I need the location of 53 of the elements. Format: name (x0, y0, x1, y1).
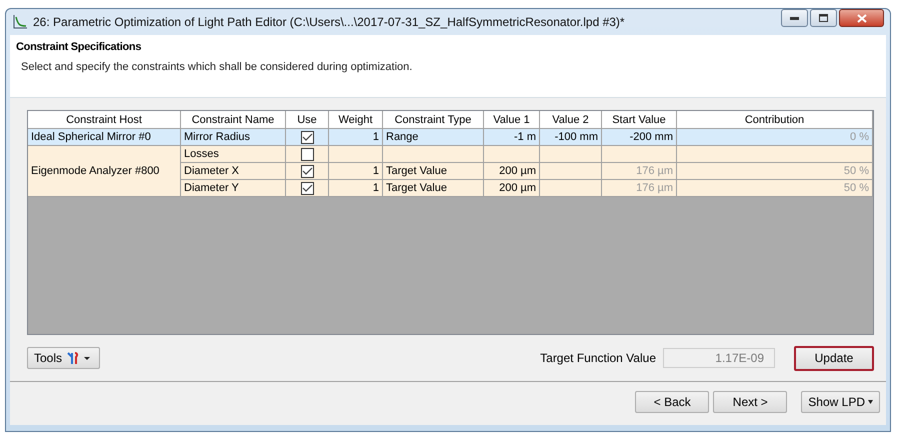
column-header[interactable]: Constraint Type (382, 111, 484, 128)
column-header[interactable]: Constraint Host (28, 111, 180, 128)
column-header[interactable]: Use (286, 111, 328, 128)
name-cell: Losses (184, 148, 219, 160)
minimize-icon (790, 16, 799, 20)
start-value-cell: 176 µm (636, 182, 673, 194)
value-cell: 200 µm (499, 165, 536, 177)
column-header[interactable]: Constraint Name (180, 111, 286, 128)
start-value-cell: -200 mm (630, 131, 673, 143)
type-cell: Range (386, 131, 418, 143)
column-header[interactable]: Value 1 (484, 111, 540, 128)
use-checkbox[interactable] (300, 164, 314, 178)
target-function-field: 1.17E-09 (663, 348, 775, 368)
name-cell: Diameter Y (184, 182, 239, 194)
show-lpd-button[interactable]: Show LPD (801, 391, 880, 413)
column-header[interactable]: Value 2 (540, 111, 602, 128)
name-cell: Mirror Radius (184, 131, 250, 143)
use-checkbox[interactable] (300, 148, 314, 160)
chart-icon (12, 14, 28, 30)
value-cell: 200 µm (499, 182, 536, 194)
contribution-cell: 50 % (844, 165, 869, 177)
section-title: Constraint Specifications (16, 41, 142, 53)
column-header[interactable]: Contribution (676, 111, 872, 128)
tools-button[interactable]: Tools (27, 347, 100, 369)
weight-cell: 1 (372, 131, 379, 143)
close-icon (856, 14, 866, 22)
host-cell: Eigenmode Analyzer #800 (31, 165, 160, 177)
use-checkbox[interactable] (300, 182, 314, 194)
weight-cell: 1 (372, 165, 379, 177)
window-title: 26: Parametric Optimization of Light Path Editor (C:\Users\...\2017-07-31_SZ_HalfSymmetricResonator.lpd #3)* (33, 15, 625, 29)
maximize-button[interactable] (810, 9, 837, 27)
caret-icon (868, 400, 873, 404)
minimize-button[interactable] (781, 9, 808, 27)
column-header[interactable]: Start Value (602, 111, 676, 128)
section-description: Select and specify the constraints which shall be considered during optimization. (21, 61, 414, 73)
update-button[interactable]: Update (794, 346, 874, 370)
value-cell: -100 mm (554, 131, 598, 143)
value-cell: -1 m (514, 131, 536, 143)
name-cell: Diameter X (184, 165, 240, 177)
start-value-cell: 176 µm (636, 165, 673, 177)
target-function-label: Target Function Value (540, 351, 656, 365)
type-cell: Target Value (386, 165, 447, 177)
close-button[interactable] (839, 9, 884, 27)
column-header[interactable]: Weight (328, 111, 382, 128)
use-checkbox[interactable] (300, 130, 314, 144)
host-cell: Ideal Spherical Mirror #0 (31, 131, 151, 143)
next-button[interactable]: Next > (713, 391, 788, 413)
contribution-cell: 50 % (844, 182, 869, 194)
back-button[interactable]: < Back (635, 391, 710, 413)
type-cell: Target Value (386, 182, 447, 194)
maximize-icon (819, 14, 828, 22)
weight-cell: 1 (372, 182, 379, 194)
contribution-cell: 0 % (850, 131, 869, 143)
